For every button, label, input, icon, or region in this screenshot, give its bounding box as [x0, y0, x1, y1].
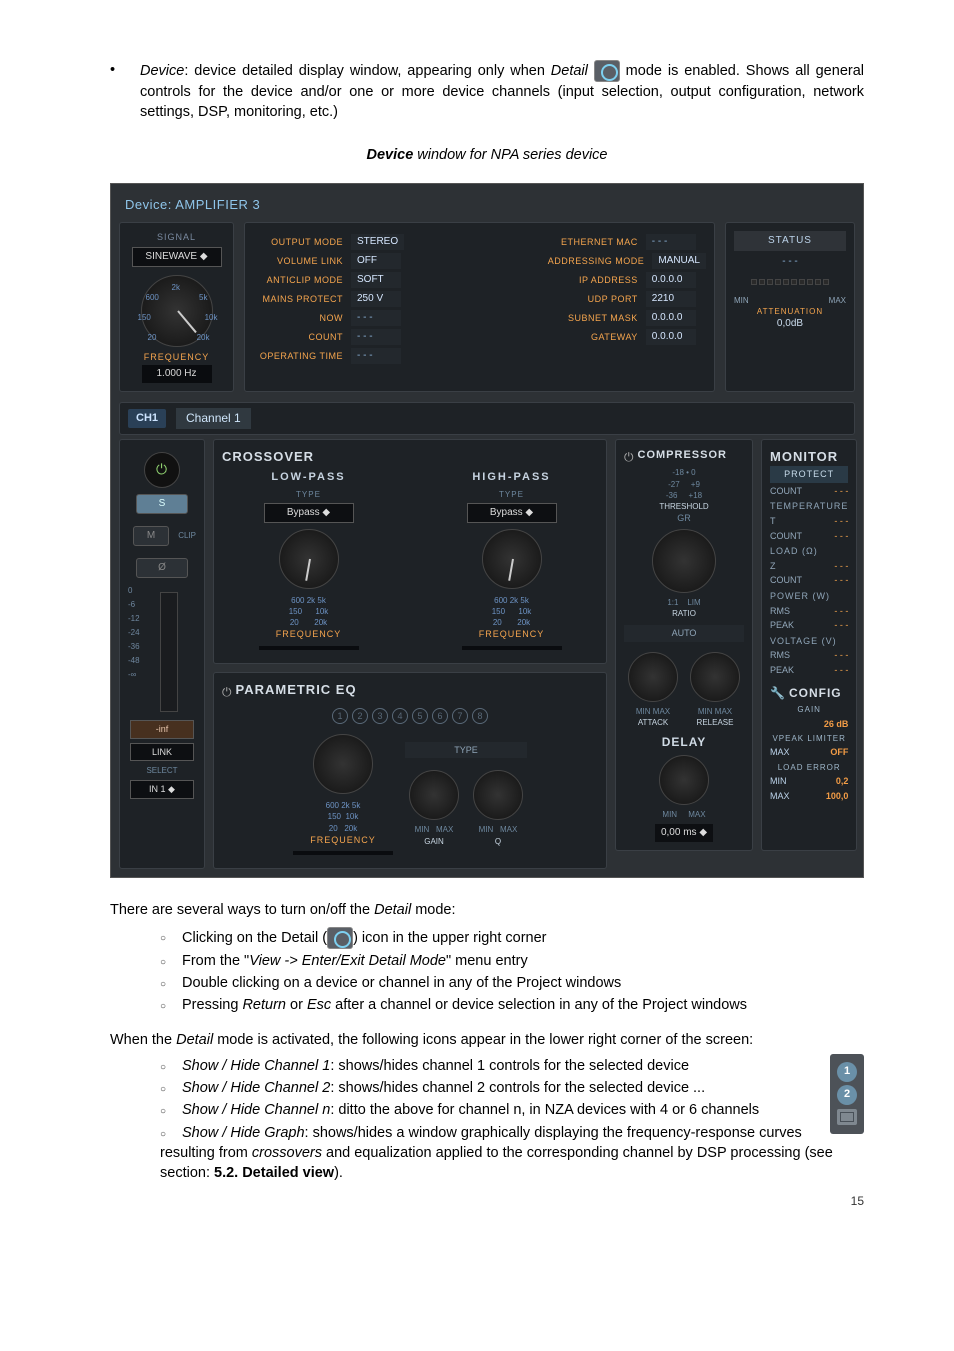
device-word: Device [140, 63, 184, 79]
signal-panel: SIGNAL SINEWAVE ◆ 2k 600 5k 150 10k 20 2… [119, 222, 234, 392]
vu-meter [160, 592, 178, 712]
figure-caption: Device window for NPA series device [110, 145, 864, 165]
intro-text: Device: device detailed display window, … [140, 60, 864, 123]
ratio-dial[interactable] [652, 529, 716, 593]
delay-panel: DELAY MIN MAX 0,00 ms ◆ [624, 734, 744, 842]
bullet-dot: • [110, 60, 122, 123]
show-hide-list: Show / Hide Channel 1: shows/hides chann… [160, 1056, 864, 1184]
list-item: Show / Hide Channel 1: shows/hides chann… [160, 1056, 864, 1076]
list-item: Show / Hide Graph: shows/hides a window … [160, 1123, 864, 1184]
peq-type[interactable]: TYPE [405, 742, 527, 759]
info-left: OUTPUT MODESTEREO VOLUME LINKOFF ANTICLI… [253, 231, 404, 383]
delay-dial[interactable] [659, 755, 709, 805]
corner-icons: 1 2 [830, 1054, 864, 1134]
power-icon[interactable] [144, 452, 180, 488]
after-p2: When the Detail mode is activated, the f… [110, 1030, 864, 1050]
highpass-dial[interactable] [482, 529, 542, 589]
monitor-panel: MONITOR PROTECT COUNT- - - TEMPERATURE T… [761, 439, 857, 851]
list-item: From the "View -> Enter/Exit Detail Mode… [160, 951, 864, 971]
peq-freq-dial[interactable] [313, 734, 373, 794]
crossover-title: CROSSOVER [222, 448, 598, 466]
mute-button[interactable]: M [133, 526, 169, 546]
power-icon[interactable]: ⏻ [624, 449, 634, 466]
link-button[interactable]: LINK [130, 743, 194, 762]
peq-freq-value[interactable] [293, 851, 393, 855]
device-window: Device: AMPLIFIER 3 SIGNAL SINEWAVE ◆ 2k… [110, 183, 864, 878]
input-select[interactable]: IN 1 ◆ [130, 780, 194, 799]
compressor-panel: ⏻ COMPRESSOR -18 • 0 -27 +9 -36 +18 THRE… [615, 439, 753, 851]
highpass-type-select[interactable]: Bypass ◆ [467, 503, 557, 523]
magnify-icon [594, 60, 620, 82]
auto-box[interactable]: AUTO [624, 625, 744, 642]
peq-title: PARAMETRIC EQ [236, 681, 357, 699]
graph-badge-icon[interactable] [837, 1109, 857, 1125]
channel1-badge-icon[interactable]: 1 [837, 1062, 857, 1082]
list-item: Pressing Return or Esc after a channel o… [160, 995, 864, 1015]
lowpass-type-select[interactable]: Bypass ◆ [264, 503, 354, 523]
status-panel: STATUS - - - MINMAX ATTENUATION 0,0dB [725, 222, 855, 392]
lowpass-freq-value[interactable] [259, 646, 359, 650]
release-dial[interactable] [690, 652, 740, 702]
info-panel: OUTPUT MODESTEREO VOLUME LINKOFF ANTICLI… [244, 222, 715, 392]
signal-label: SIGNAL [128, 231, 225, 244]
intro-bullet: • Device: device detailed display window… [110, 60, 864, 123]
wrench-icon[interactable]: 🔧 [770, 685, 785, 702]
list-item: Show / Hide Channel 2: shows/hides chann… [160, 1078, 864, 1098]
vu-scale: 0-6 -12-24 -36-48 -∞ [128, 584, 140, 716]
after-line1: There are several ways to turn on/off th… [110, 900, 864, 920]
list-item: Double clicking on a device or channel i… [160, 973, 864, 993]
lowpass-dial[interactable] [279, 529, 339, 589]
attack-dial[interactable] [628, 652, 678, 702]
freq-value[interactable]: 1.000 Hz [142, 365, 212, 383]
delay-value[interactable]: 0,00 ms ◆ [655, 824, 713, 842]
window-title: Device: AMPLIFIER 3 [119, 192, 855, 222]
inf-box[interactable]: -inf [130, 720, 194, 739]
highpass-freq-value[interactable] [462, 646, 562, 650]
page-number: 15 [851, 1193, 864, 1210]
peq-gain-dial[interactable] [409, 770, 459, 820]
channel2-badge-icon[interactable]: 2 [837, 1085, 857, 1105]
solo-button[interactable]: S [136, 494, 188, 514]
ch-tag: CH1 [128, 409, 166, 428]
signal-select[interactable]: SINEWAVE ◆ [132, 247, 222, 267]
signal-dial[interactable]: 2k 600 5k 150 10k 20 20k [141, 275, 213, 347]
peq-q-dial[interactable] [473, 770, 523, 820]
power-icon[interactable]: ⏻ [222, 684, 232, 701]
crossover-panel: CROSSOVER LOW-PASS TYPE Bypass ◆ 600 2k … [213, 439, 607, 664]
status-title: STATUS [734, 231, 846, 251]
highpass-block: HIGH-PASS TYPE Bypass ◆ 600 2k 5k 150 10… [425, 470, 598, 655]
peq-band-selector[interactable]: 12345678 [222, 707, 598, 724]
status-leds [734, 279, 846, 285]
freq-label: FREQUENCY [128, 351, 225, 364]
parametric-eq-panel: ⏻ PARAMETRIC EQ 12345678 600 2k 5k 150 1… [213, 672, 607, 869]
channel-header: CH1 Channel 1 [119, 402, 855, 435]
list-item: Clicking on the Detail () icon in the up… [160, 927, 864, 949]
lowpass-block: LOW-PASS TYPE Bypass ◆ 600 2k 5k 150 10k… [222, 470, 395, 655]
ch-name[interactable]: Channel 1 [176, 408, 251, 429]
magnify-icon [327, 927, 353, 949]
channel-left-panel: S M CLIP Ø 0-6 -12-24 -36-48 -∞ -inf LIN… [119, 439, 205, 869]
phase-button[interactable]: Ø [136, 558, 188, 578]
info-right: ETHERNET MAC- - - ADDRESSING MODEMANUAL … [548, 231, 706, 383]
list-item: Show / Hide Channel n: ditto the above f… [160, 1100, 864, 1120]
detail-mode-ways-list: Clicking on the Detail () icon in the up… [160, 927, 864, 1016]
